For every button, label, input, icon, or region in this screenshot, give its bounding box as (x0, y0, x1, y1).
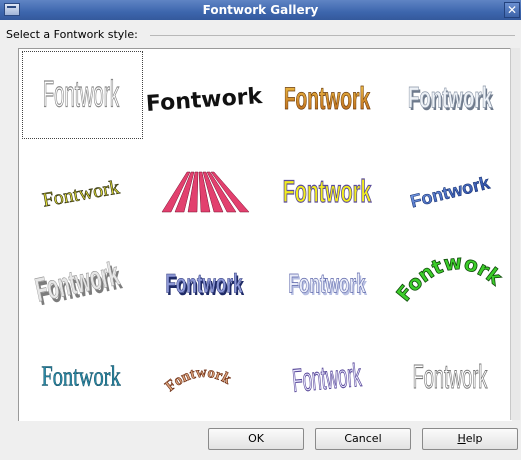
fontwork-gallery: Fontwork Fontwork Fontwork Fontwork Fontwork… (18, 48, 512, 421)
fontwork-style-navy-3d[interactable]: Fontwork Fontwork (142, 235, 265, 328)
fontwork-preview: Fontwork (282, 173, 372, 210)
fontwork-preview: Fontwork (391, 249, 508, 306)
fontwork-style-blue-slant[interactable]: Fontwork (388, 142, 511, 235)
fontwork-preview: Fontwork (284, 82, 371, 116)
fontwork-style-lavender-blur[interactable]: Fontwork Fontwork (265, 235, 388, 328)
section-label: Select a Fontwork style: (6, 28, 142, 41)
svg-text:Fontwork: Fontwork (145, 84, 264, 117)
svg-text:Fontwork: Fontwork (391, 250, 507, 306)
window-title: Fontwork Gallery (202, 3, 319, 17)
fontwork-style-gold-gradient[interactable]: Fontwork (265, 49, 388, 142)
ok-button[interactable]: OK (208, 428, 304, 450)
fontwork-preview: FontworkFontwork (165, 269, 244, 301)
fontwork-style-olive-serif-arc[interactable]: Fontwork (19, 142, 142, 235)
svg-text:Fontwork: Fontwork (413, 357, 488, 396)
cancel-button[interactable]: Cancel (315, 428, 411, 450)
help-button[interactable]: Help (422, 428, 518, 450)
fontwork-style-grey-3d-curve[interactable]: Fontwork Fontwork (19, 235, 142, 328)
fontwork-preview: FontworkFontwork (408, 81, 494, 117)
fontwork-style-brown-arch[interactable]: Fontwork (142, 328, 265, 421)
svg-text:Fontwork: Fontwork (41, 361, 121, 392)
svg-text:Fontwork: Fontwork (291, 358, 363, 399)
svg-text:Fontwork: Fontwork (43, 74, 120, 116)
fontwork-style-pink-perspective[interactable] (142, 142, 265, 235)
fontwork-style-yellow-bold[interactable]: Fontwork (265, 142, 388, 235)
fontwork-preview: Fontwork (412, 356, 488, 396)
fontwork-preview: Fontwork (162, 364, 235, 395)
svg-text:Fontwork: Fontwork (408, 81, 492, 115)
fontwork-style-green-arch[interactable]: Fontwork (388, 235, 511, 328)
fontwork-style-silver-3d[interactable]: Fontwork Fontwork (388, 49, 511, 142)
svg-text:Fontwork: Fontwork (32, 254, 123, 309)
svg-text:Fontwork: Fontwork (41, 176, 121, 211)
fontwork-preview: FontworkFontwork (32, 254, 126, 313)
fontwork-preview: Fontwork (40, 176, 121, 212)
title-bar: Fontwork Gallery ✕ (0, 0, 521, 20)
fontwork-style-white-outline[interactable]: Fontwork (388, 328, 511, 421)
close-button[interactable]: ✕ (504, 2, 520, 18)
svg-text:Fontwork: Fontwork (163, 365, 235, 395)
fontwork-preview: Fontwork (408, 172, 493, 212)
svg-text:Fontwork: Fontwork (288, 269, 366, 299)
fontwork-preview: Fontwork (41, 361, 121, 393)
svg-text:Fontwork: Fontwork (284, 82, 371, 116)
svg-text:Fontwork: Fontwork (165, 269, 243, 299)
fontwork-preview: FontworkFontwork (288, 269, 367, 301)
section-divider (150, 35, 515, 36)
fontwork-preview: Fontwork (42, 73, 120, 116)
gallery-scrollbar[interactable] (510, 48, 520, 420)
svg-text:Fontwork: Fontwork (408, 172, 492, 211)
fontwork-preview: Fontwork (145, 84, 264, 117)
svg-text:Fontwork: Fontwork (283, 173, 372, 209)
help-label-rest: elp (465, 432, 483, 445)
fontwork-preview: Fontwork (291, 358, 364, 400)
fontwork-style-black-wave[interactable]: Fontwork (142, 49, 265, 142)
fontwork-style-outline-condensed[interactable]: Fontwork (19, 49, 143, 142)
fontwork-style-lavender-outline-wave[interactable]: Fontwork (265, 328, 388, 421)
fontwork-style-teal-serif-wave[interactable]: Fontwork (19, 328, 142, 421)
help-accel: H (457, 432, 466, 445)
fontwork-preview (161, 171, 250, 213)
